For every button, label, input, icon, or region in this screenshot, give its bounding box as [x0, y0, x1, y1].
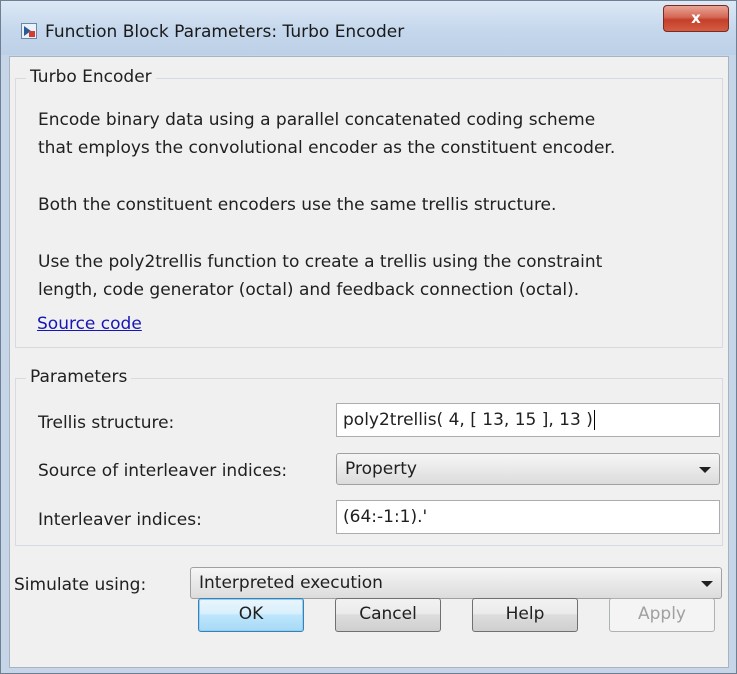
simulate-using-value: Interpreted execution	[199, 573, 383, 593]
description-line: Use the poly2trellis function to create …	[38, 252, 603, 272]
cancel-button[interactable]: Cancel	[335, 598, 441, 632]
interleaver-source-value: Property	[345, 459, 417, 479]
dialog-window: Function Block Parameters: Turbo Encoder…	[0, 0, 737, 674]
window-title: Function Block Parameters: Turbo Encoder	[45, 22, 405, 42]
dialog-content: Turbo Encoder Encode binary data using a…	[9, 56, 729, 668]
ok-button[interactable]: OK	[198, 598, 304, 632]
description-line: Encode binary data using a parallel conc…	[38, 110, 596, 130]
simulink-block-icon	[21, 23, 37, 39]
close-button[interactable]: x	[663, 5, 729, 32]
interleaver-source-select[interactable]: Property	[336, 453, 720, 485]
help-button[interactable]: Help	[472, 598, 578, 632]
chevron-down-icon	[699, 467, 711, 473]
interleaver-indices-input[interactable]: (64:-1:1).'	[336, 500, 720, 534]
interleaver-indices-label: Interleaver indices:	[38, 510, 202, 530]
trellis-structure-value: poly2trellis( 4, [ 13, 15 ], 13 )	[343, 410, 593, 430]
description-line: length, code generator (octal) and feedb…	[38, 280, 580, 300]
parameters-group-title: Parameters	[26, 367, 132, 387]
interleaver-source-label: Source of interleaver indices:	[38, 461, 288, 481]
text-cursor	[593, 410, 595, 430]
apply-button[interactable]: Apply	[609, 598, 715, 632]
trellis-structure-input[interactable]: poly2trellis( 4, [ 13, 15 ], 13 )	[336, 403, 720, 437]
trellis-structure-label: Trellis structure:	[38, 413, 175, 433]
simulate-using-select[interactable]: Interpreted execution	[190, 567, 722, 599]
description-line: Both the constituent encoders use the sa…	[38, 195, 557, 215]
source-code-link[interactable]: Source code	[37, 314, 142, 334]
description-line: that employs the convolutional encoder a…	[38, 138, 616, 158]
description-group-title: Turbo Encoder	[26, 67, 156, 87]
simulate-using-label: Simulate using:	[14, 575, 147, 595]
title-bar[interactable]: Function Block Parameters: Turbo Encoder…	[1, 1, 736, 55]
chevron-down-icon	[701, 581, 713, 587]
